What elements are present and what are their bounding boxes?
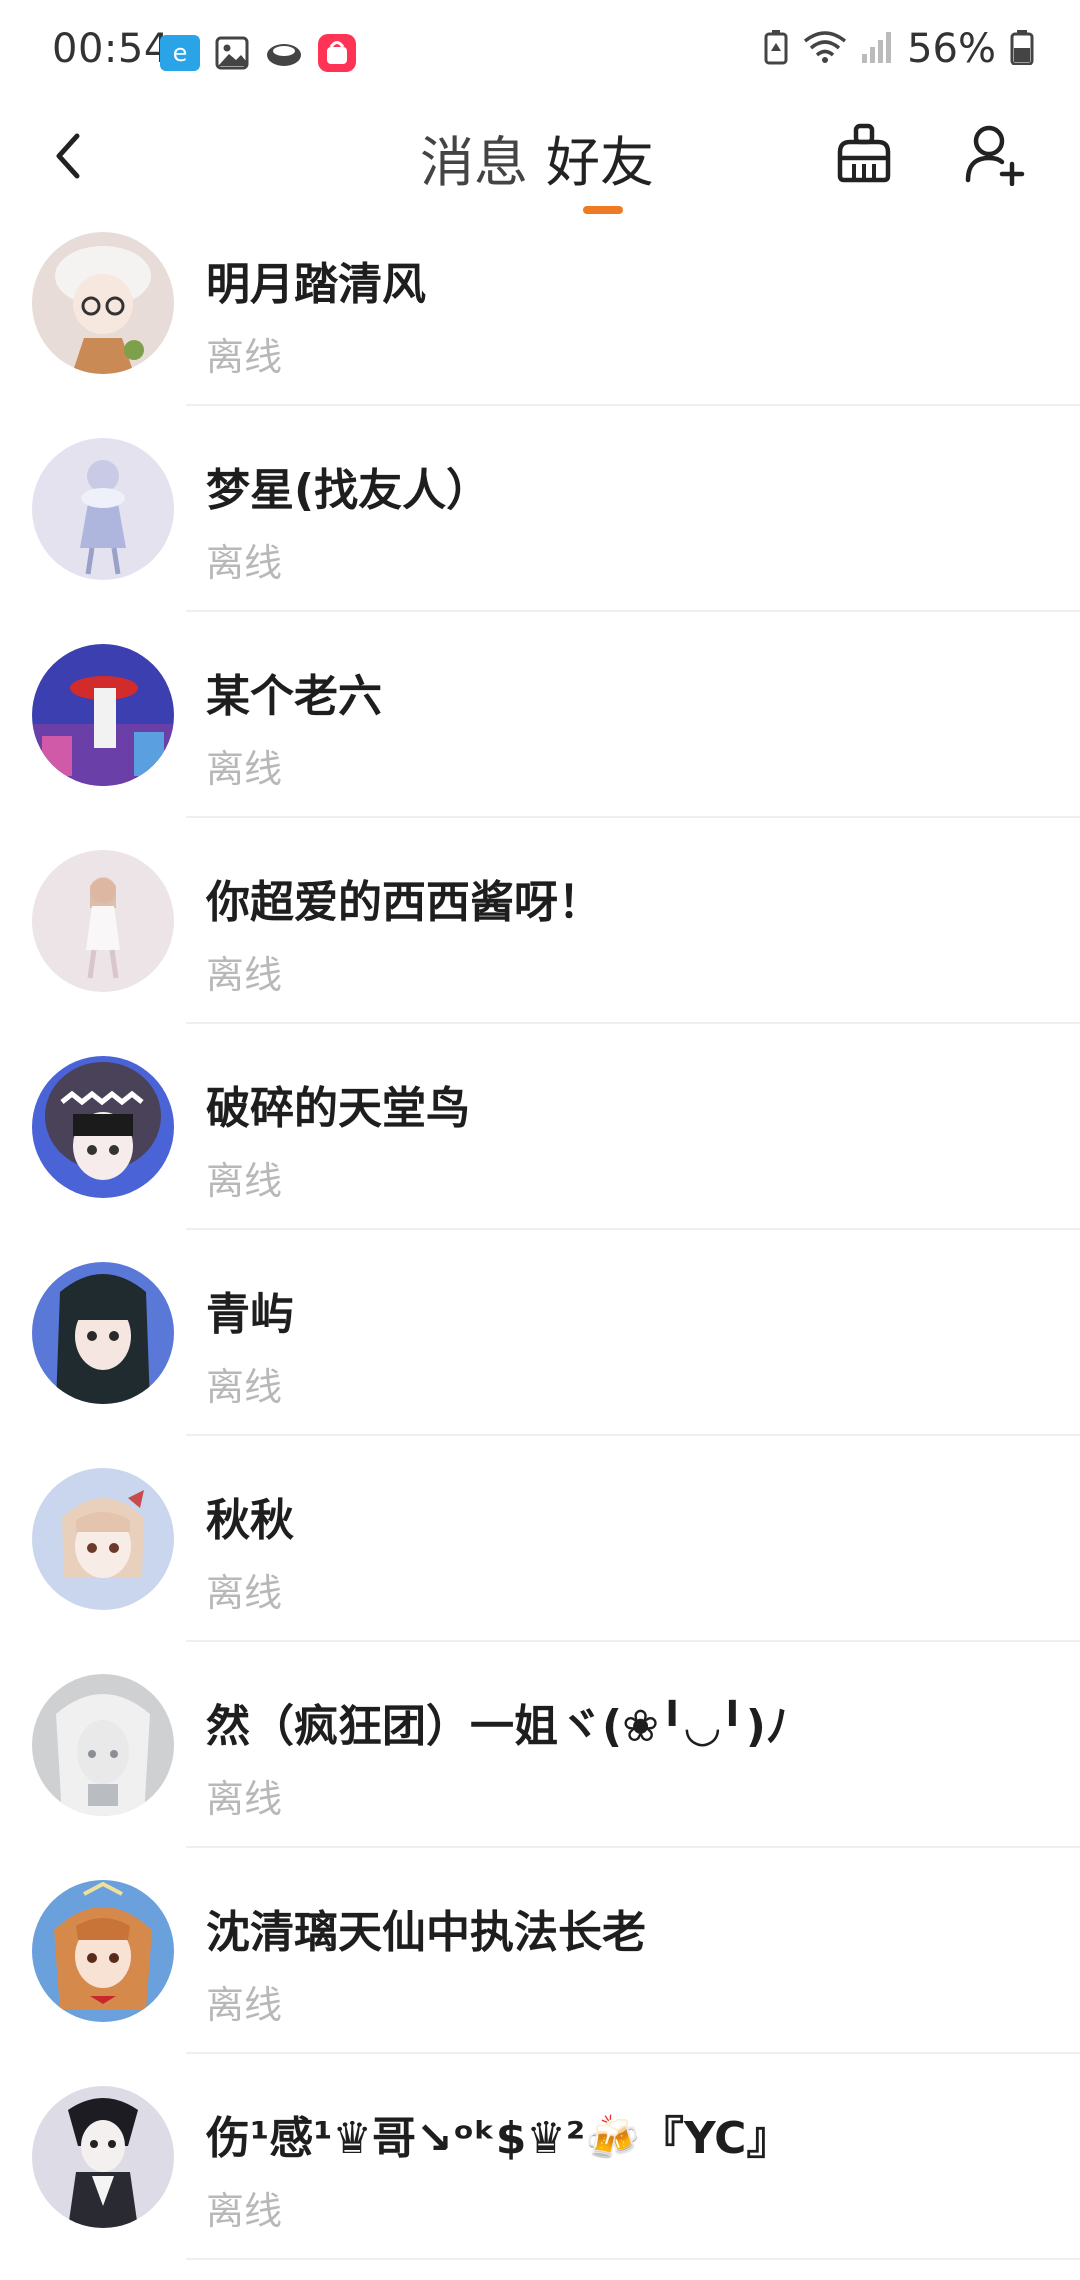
broom-icon (837, 123, 891, 183)
friend-list: 明月踏清风 离线 梦星(找友人） 离线 某个老六 离线 你超爱的西西酱呀！ 离线… (0, 222, 1080, 2280)
friend-name: 你超爱的西西酱呀！ (206, 877, 602, 928)
friend-name: 沈清璃天仙中执法长老 (206, 1907, 646, 1958)
row-divider (186, 1022, 1080, 1024)
status-right: 56% (763, 26, 1034, 72)
tab-messages[interactable]: 消息 (420, 118, 528, 197)
friend-row[interactable]: 秋秋 离线 (0, 1458, 1080, 1664)
shopping-app-icon (318, 34, 356, 76)
avatar (32, 1468, 174, 1610)
friend-row[interactable]: 伤¹感¹♛哥↘ᵒᵏ$♛²🍻『YC』 离线 (0, 2076, 1080, 2280)
friend-name: 某个老六 (206, 671, 382, 722)
friend-status: 离线 (206, 747, 283, 791)
friend-name: 破碎的天堂鸟 (206, 1083, 470, 1134)
friend-status: 离线 (206, 1365, 283, 1409)
add-friend-button[interactable] (962, 122, 1026, 187)
clean-button[interactable] (832, 122, 896, 186)
battery-icon (1010, 29, 1034, 69)
friend-row[interactable]: 破碎的天堂鸟 离线 (0, 1046, 1080, 1252)
friend-status: 离线 (206, 1777, 283, 1821)
row-divider (186, 610, 1080, 612)
friend-name: 伤¹感¹♛哥↘ᵒᵏ$♛²🍻『YC』 (206, 2113, 791, 2164)
friends-screen: 00:54 e 56% 消息 好友 明月踏清风 离线 梦星(找友人） 离线 某个… (0, 0, 1080, 2280)
row-divider (186, 2258, 1080, 2260)
signal-icon (861, 30, 893, 68)
avatar (32, 644, 174, 786)
active-tab-indicator (583, 206, 623, 214)
friend-status: 离线 (206, 953, 283, 997)
friend-status: 离线 (206, 1571, 283, 1615)
friend-row[interactable]: 然（疯狂团）一姐ヾ(❀╹◡╹)ﾉ 离线 (0, 1664, 1080, 1870)
notification-icons: e (160, 34, 356, 76)
row-divider (186, 1228, 1080, 1230)
battery-saver-icon (763, 29, 789, 69)
browser-app-icon: e (160, 35, 200, 75)
friend-name: 梦星(找友人） (206, 465, 491, 516)
friend-row[interactable]: 青屿 离线 (0, 1252, 1080, 1458)
avatar (32, 1056, 174, 1198)
friend-row[interactable]: 沈清璃天仙中执法长老 离线 (0, 1870, 1080, 2076)
top-nav-bar: 消息 好友 (0, 104, 1080, 222)
friend-name: 明月踏清风 (206, 259, 426, 310)
avatar (32, 850, 174, 992)
avatar (32, 232, 174, 374)
friend-status: 离线 (206, 1983, 283, 2027)
svg-text:e: e (173, 39, 188, 67)
avatar (32, 2086, 174, 2228)
row-divider (186, 1846, 1080, 1848)
friend-name: 青屿 (206, 1289, 294, 1340)
friend-status: 离线 (206, 335, 283, 379)
avatar (32, 1674, 174, 1816)
wifi-icon (803, 29, 847, 69)
status-time: 00:54 (52, 26, 170, 72)
row-divider (186, 816, 1080, 818)
avatar (32, 1880, 174, 2022)
row-divider (186, 1434, 1080, 1436)
row-divider (186, 1640, 1080, 1642)
back-button[interactable] (36, 124, 100, 188)
avatar (32, 438, 174, 580)
gallery-icon (214, 35, 250, 75)
row-divider (186, 404, 1080, 406)
add-user-icon (965, 125, 1025, 187)
friend-status: 离线 (206, 2189, 283, 2233)
app-notification-icon (264, 35, 304, 75)
status-bar: 00:54 e 56% (0, 0, 1080, 104)
friend-row[interactable]: 某个老六 离线 (0, 634, 1080, 840)
chevron-left-icon (56, 133, 80, 179)
battery-percent: 56% (907, 26, 996, 72)
avatar (32, 1262, 174, 1404)
friend-row[interactable]: 梦星(找友人） 离线 (0, 428, 1080, 634)
friend-name: 秋秋 (206, 1495, 294, 1546)
row-divider (186, 2052, 1080, 2054)
friend-status: 离线 (206, 1159, 283, 1203)
friend-name: 然（疯狂团）一姐ヾ(❀╹◡╹)ﾉ (206, 1701, 788, 1752)
friend-status: 离线 (206, 541, 283, 585)
friend-row[interactable]: 你超爱的西西酱呀！ 离线 (0, 840, 1080, 1046)
tab-friends[interactable]: 好友 (546, 118, 654, 197)
friend-row[interactable]: 明月踏清风 离线 (0, 222, 1080, 428)
